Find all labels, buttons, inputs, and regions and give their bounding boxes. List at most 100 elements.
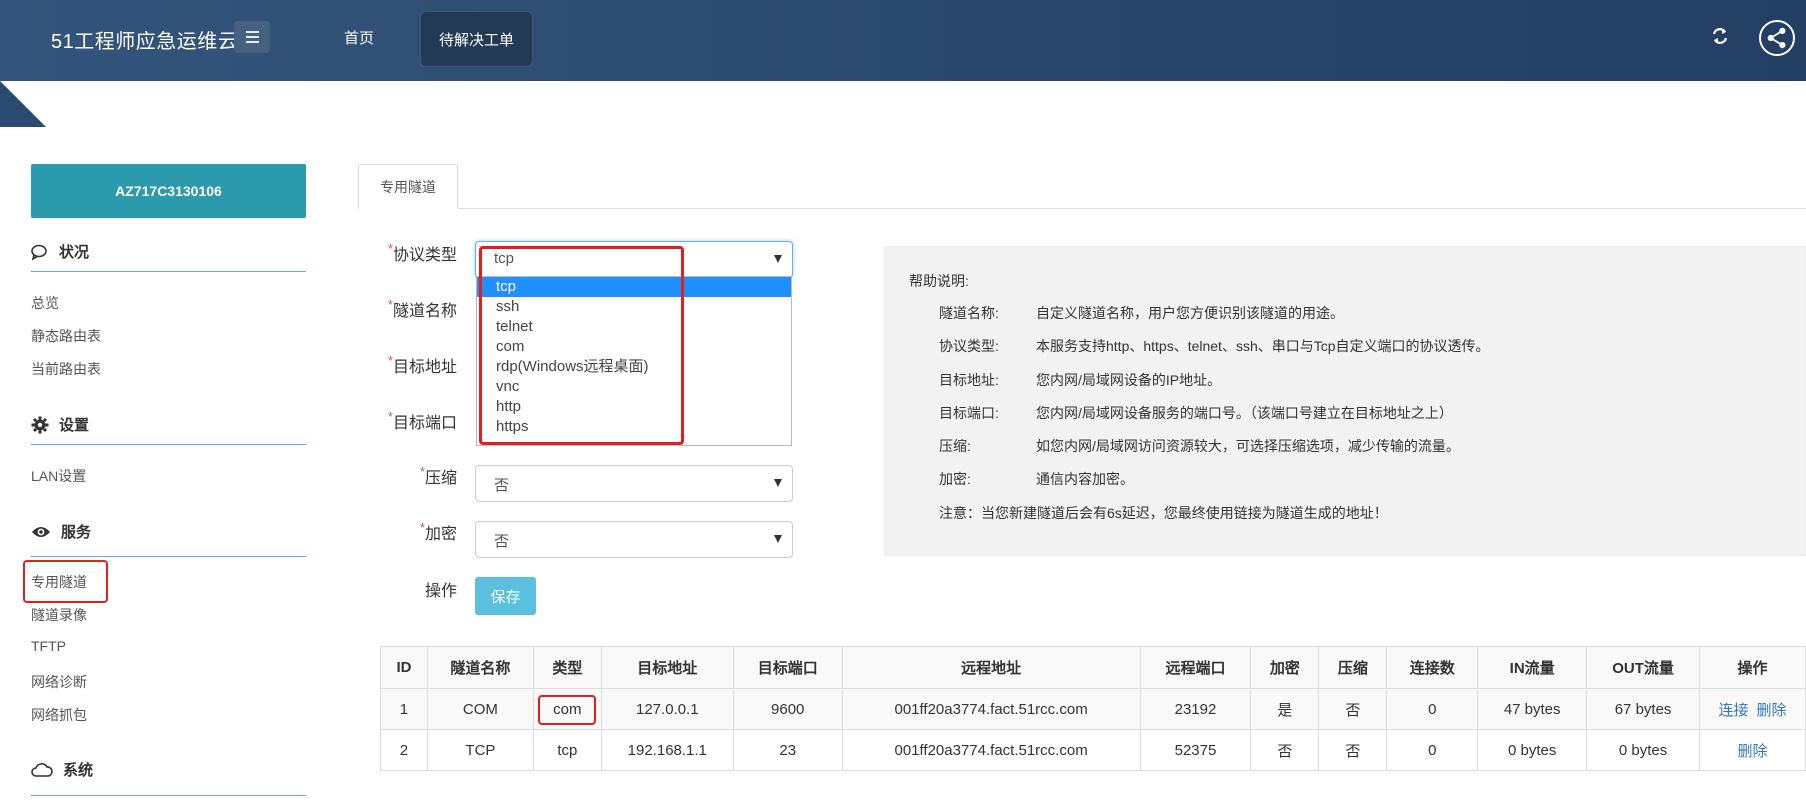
col-header[interactable]: 隧道名称 [426,646,534,689]
sidebar-item-lan-settings[interactable]: LAN设置 [31,466,86,486]
gear-icon [31,416,49,433]
col-header[interactable]: 远程端口 [1139,646,1252,689]
col-header[interactable]: 目标端口 [732,646,843,689]
section-services-header[interactable]: 服务 [31,521,91,542]
eye-icon [32,526,50,537]
sidebar-item-packet-capture[interactable]: 网络抓包 [31,705,87,725]
cell-name: TCP [426,729,534,771]
col-header[interactable]: IN流量 [1477,646,1588,689]
tunnel-name-label: *隧道名称 [387,297,457,320]
target-address-label: *目标地址 [387,353,457,376]
cell-id: 2 [380,729,428,771]
protocol-type-label: *协议类型 [387,241,457,264]
tab-dedicated-tunnel[interactable]: 专用隧道 [358,164,458,209]
highlight-box-type [537,695,596,725]
chat-icon [31,244,47,260]
cell-compress: 否 [1318,688,1388,730]
connect-link[interactable]: 连接 [1719,702,1749,719]
cell-out-traffic: 67 bytes [1586,688,1701,730]
cell-encrypt: 否 [1250,729,1320,771]
section-settings-header[interactable]: 设置 [31,414,89,435]
cell-port: 23 [732,729,843,771]
table-row: 1 COM com 127.0.0.1 9600 001ff20a3774.fa… [380,688,1806,730]
delete-link[interactable]: 删除 [1757,702,1787,719]
col-header[interactable]: 操作 [1699,646,1806,689]
col-header[interactable]: 类型 [532,646,602,689]
target-port-label: *目标端口 [387,409,457,432]
sidebar-item-current-routes[interactable]: 当前路由表 [31,359,101,379]
action-label: 操作 [424,583,457,600]
nav-pending-tickets[interactable]: 待解决工单 [420,11,533,67]
help-title: 帮助说明: [909,273,969,289]
help-row: 加密: 通信内容加密。 [939,471,1134,487]
nav-home-link[interactable]: 首页 [344,27,374,48]
compress-value: 否 [494,477,510,494]
encrypt-value: 否 [494,533,510,550]
cloud-icon [31,762,53,777]
col-header[interactable]: 连接数 [1386,646,1479,689]
cell-actions: 连接 删除 [1699,688,1806,730]
sidebar-item-tftp[interactable]: TFTP [31,638,66,654]
dropdown-arrow-icon [774,479,782,487]
refresh-icon[interactable] [1710,26,1730,46]
tab-bar-line [358,208,1806,209]
help-row: 协议类型: 本服务支持http、https、telnet、ssh、串口与Tcp自定… [939,338,1490,354]
cell-addr: 127.0.0.1 [600,688,734,730]
sidebar-item-overview[interactable]: 总览 [31,293,59,313]
tunnel-table: ID 隧道名称 类型 目标地址 目标端口 远程地址 远程端口 加密 压缩 连接数… [380,646,1806,771]
save-button[interactable]: 保存 [475,577,536,615]
compress-select[interactable]: 否 [475,465,793,502]
table-row: 2 TCP tcp 192.168.1.1 23 001ff20a3774.fa… [380,729,1806,771]
cell-name: COM [426,688,534,730]
section-status-header[interactable]: 状况 [31,241,89,262]
help-row: 隧道名称: 自定义隧道名称，用户您方便识别该隧道的用途。 [939,305,1344,321]
dropdown-arrow-icon [774,535,782,543]
menu-icon [245,36,259,38]
menu-toggle-button[interactable] [234,21,270,53]
cell-encrypt: 是 [1250,688,1320,730]
sidebar-item-tunnel-recording[interactable]: 隧道录像 [31,605,87,625]
compress-label: *压缩 [419,464,457,487]
highlight-box-sidebar [23,560,108,603]
cell-addr: 192.168.1.1 [600,729,734,771]
col-header[interactable]: 压缩 [1318,646,1388,689]
cell-in-traffic: 0 bytes [1477,729,1588,771]
divider [31,444,306,445]
help-row: 压缩: 如您内网/局域网访问资源较大，可选择压缩选项，减少传输的流量。 [939,438,1460,454]
header-corner-decoration [0,81,46,127]
sidebar-item-network-diagnosis[interactable]: 网络诊断 [31,672,87,692]
col-header[interactable]: ID [380,646,428,689]
highlight-box-dropdown [479,246,684,445]
cell-remote: 001ff20a3774.fact.51rcc.com [841,729,1141,771]
sidebar-item-static-routes[interactable]: 静态路由表 [31,326,101,346]
table-header-row: ID 隧道名称 类型 目标地址 目标端口 远程地址 远程端口 加密 压缩 连接数… [380,646,1806,689]
cell-compress: 否 [1318,729,1388,771]
brand-title[interactable]: 51工程师应急运维云 [51,25,238,54]
cell-in-traffic: 47 bytes [1477,688,1588,730]
top-navbar: 51工程师应急运维云 首页 待解决工单 [0,0,1806,81]
section-services-title: 服务 [61,524,92,541]
cell-connections: 0 [1386,688,1479,730]
col-header[interactable]: 目标地址 [600,646,734,689]
cell-actions: 删除 [1699,729,1806,771]
section-settings-title: 设置 [59,417,90,434]
encrypt-label: *加密 [419,520,457,543]
cell-rport: 52375 [1139,729,1252,771]
cell-type: com [532,688,602,730]
share-icon[interactable] [1759,20,1795,56]
encrypt-select[interactable]: 否 [475,521,793,558]
col-header[interactable]: OUT流量 [1586,646,1701,689]
help-panel: 帮助说明: 隧道名称: 自定义隧道名称，用户您方便识别该隧道的用途。 协议类型: 本… [884,246,1806,556]
dropdown-arrow-icon [774,255,782,263]
col-header[interactable]: 加密 [1250,646,1320,689]
divider [31,795,306,796]
col-header[interactable]: 远程地址 [841,646,1141,689]
cell-connections: 0 [1386,729,1479,771]
device-id-button[interactable]: AZ717C3130106 [31,164,306,218]
cell-id: 1 [380,688,428,730]
delete-link[interactable]: 删除 [1738,743,1768,760]
divider [31,271,306,272]
help-row: 目标地址: 您内网/局域网设备的IP地址。 [939,372,1222,388]
section-system-header[interactable]: 系统 [31,759,93,780]
cell-remote: 001ff20a3774.fact.51rcc.com [841,688,1141,730]
